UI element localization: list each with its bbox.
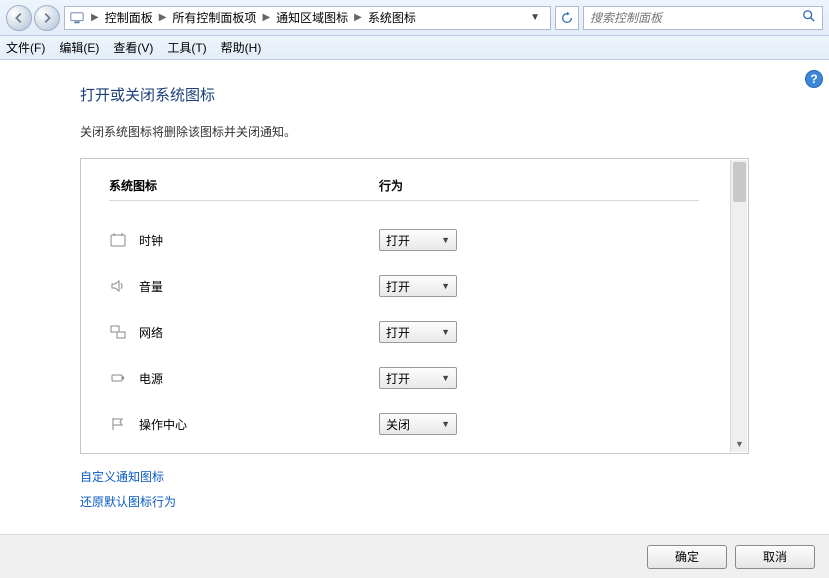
table-header-row: 系统图标 行为: [109, 177, 720, 217]
scrollbar[interactable]: ▲ ▼: [730, 160, 747, 452]
help-button[interactable]: ?: [805, 70, 823, 88]
menu-edit[interactable]: 编辑(E): [59, 39, 99, 56]
select-value: 打开: [386, 324, 410, 341]
scroll-thumb[interactable]: [733, 162, 746, 202]
table-row: 音量 打开 ▼: [109, 263, 720, 309]
row-label-action-center: 操作中心: [139, 416, 187, 433]
forward-button[interactable]: [34, 5, 60, 31]
chevron-down-icon: ▼: [441, 327, 450, 337]
table-row: 时钟 打开 ▼: [109, 217, 720, 263]
row-label-volume: 音量: [139, 278, 163, 295]
chevron-right-icon: ▶: [354, 12, 362, 23]
link-area: 自定义通知图标 还原默认图标行为: [80, 468, 749, 510]
menu-help[interactable]: 帮助(H): [221, 39, 262, 56]
select-value: 打开: [386, 232, 410, 249]
chevron-right-icon: ▶: [159, 12, 167, 23]
table-row: 操作中心 关闭 ▼: [109, 401, 720, 447]
menu-file[interactable]: 文件(F): [6, 39, 45, 56]
search-input[interactable]: [590, 11, 798, 25]
breadcrumb-bar[interactable]: ▶ 控制面板 ▶ 所有控制面板项 ▶ 通知区域图标 ▶ 系统图标 ▼: [64, 6, 551, 30]
column-header-behavior: 行为: [379, 177, 699, 201]
refresh-icon: [560, 11, 574, 25]
flag-icon: [109, 415, 127, 433]
select-network[interactable]: 打开 ▼: [379, 321, 457, 343]
column-header-icon: 系统图标: [109, 177, 379, 201]
ok-button[interactable]: 确定: [647, 545, 727, 569]
network-icon: [109, 323, 127, 341]
table-row: 网络 打开 ▼: [109, 309, 720, 355]
link-customize-icons[interactable]: 自定义通知图标: [80, 468, 749, 485]
chevron-down-icon: ▼: [441, 235, 450, 245]
row-label-clock: 时钟: [139, 232, 163, 249]
table-row: 电源 打开 ▼: [109, 355, 720, 401]
menu-tools[interactable]: 工具(T): [167, 39, 206, 56]
power-icon: [109, 369, 127, 387]
arrow-right-icon: [40, 11, 54, 25]
select-value: 打开: [386, 278, 410, 295]
address-bar: ▶ 控制面板 ▶ 所有控制面板项 ▶ 通知区域图标 ▶ 系统图标 ▼: [0, 0, 829, 36]
arrow-left-icon: [12, 11, 26, 25]
select-value: 关闭: [386, 416, 410, 433]
chevron-down-icon: ▼: [441, 419, 450, 429]
chevron-right-icon: ▶: [91, 12, 99, 23]
footer: 确定 取消: [0, 534, 829, 578]
page-title: 打开或关闭系统图标: [80, 84, 749, 105]
chevron-down-icon: ▼: [441, 281, 450, 291]
volume-icon: [109, 277, 127, 295]
content-area: ? 打开或关闭系统图标 关闭系统图标将删除该图标并关闭通知。 ▲ ▼ 系统图标 …: [0, 60, 829, 534]
select-action-center[interactable]: 关闭 ▼: [379, 413, 457, 435]
page-subtitle: 关闭系统图标将删除该图标并关闭通知。: [80, 123, 749, 140]
control-panel-icon: [69, 11, 85, 25]
nav-buttons: [6, 5, 60, 31]
row-label-network: 网络: [139, 324, 163, 341]
menu-bar: 文件(F) 编辑(E) 查看(V) 工具(T) 帮助(H): [0, 36, 829, 60]
clock-icon: [109, 231, 127, 249]
select-clock[interactable]: 打开 ▼: [379, 229, 457, 251]
breadcrumb-control-panel[interactable]: 控制面板: [105, 9, 153, 26]
select-value: 打开: [386, 370, 410, 387]
breadcrumb-system-icons[interactable]: 系统图标: [368, 9, 416, 26]
search-box[interactable]: [583, 6, 823, 30]
icon-table: ▲ ▼ 系统图标 行为 时钟 打开 ▼: [80, 158, 749, 454]
select-volume[interactable]: 打开 ▼: [379, 275, 457, 297]
select-power[interactable]: 打开 ▼: [379, 367, 457, 389]
address-dropdown[interactable]: ▼: [524, 12, 546, 23]
back-button[interactable]: [6, 5, 32, 31]
breadcrumb-notification-icons[interactable]: 通知区域图标: [276, 9, 348, 26]
scroll-down-icon[interactable]: ▼: [731, 435, 748, 452]
refresh-button[interactable]: [555, 6, 579, 30]
menu-view[interactable]: 查看(V): [113, 39, 153, 56]
chevron-down-icon: ▼: [441, 373, 450, 383]
link-restore-defaults[interactable]: 还原默认图标行为: [80, 493, 749, 510]
breadcrumb-all-items[interactable]: 所有控制面板项: [172, 9, 256, 26]
chevron-right-icon: ▶: [262, 12, 270, 23]
row-label-power: 电源: [139, 370, 163, 387]
cancel-button[interactable]: 取消: [735, 545, 815, 569]
search-icon[interactable]: [802, 9, 816, 26]
